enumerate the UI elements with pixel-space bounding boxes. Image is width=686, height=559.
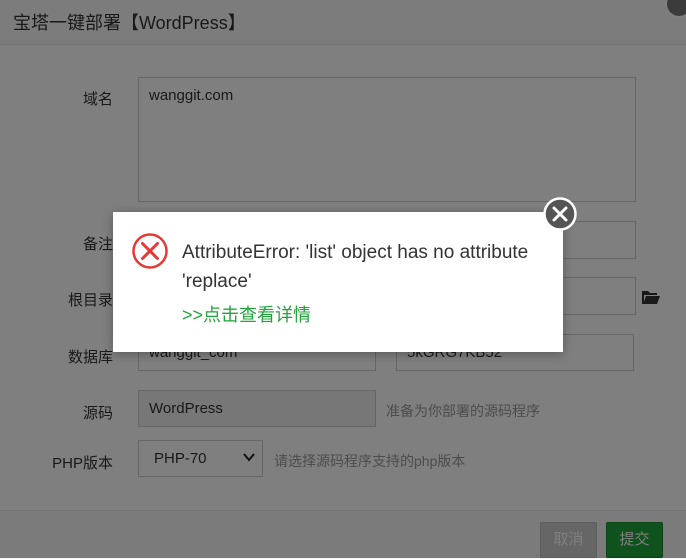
- error-message-box: AttributeError: 'list' object has no att…: [113, 212, 563, 352]
- error-circle-x-icon: [132, 233, 168, 269]
- error-details-link[interactable]: >>点击查看详情: [182, 301, 311, 327]
- error-message-text: AttributeError: 'list' object has no att…: [182, 242, 529, 292]
- close-circle-icon[interactable]: [543, 197, 577, 231]
